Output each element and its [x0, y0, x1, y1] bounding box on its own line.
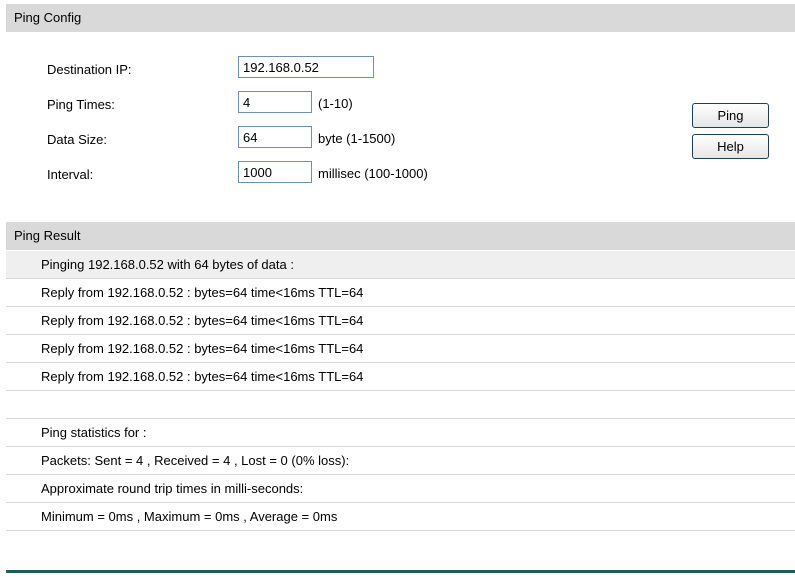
result-row: Reply from 192.168.0.52 : bytes=64 time<… — [6, 307, 795, 335]
interval-input[interactable] — [238, 161, 312, 183]
result-row — [6, 391, 795, 419]
ping-times-hint: (1-10) — [318, 96, 353, 111]
result-row: Minimum = 0ms , Maximum = 0ms , Average … — [6, 503, 795, 531]
help-button[interactable]: Help — [692, 134, 769, 159]
ping-config-header: Ping Config — [6, 4, 795, 32]
interval-label: Interval: — [47, 167, 94, 182]
result-row: Ping statistics for : — [6, 419, 795, 447]
result-row: Approximate round trip times in milli-se… — [6, 475, 795, 503]
ping-result-table: Pinging 192.168.0.52 with 64 bytes of da… — [6, 251, 795, 531]
interval-hint: millisec (100-1000) — [318, 166, 428, 181]
destination-ip-input[interactable] — [238, 56, 374, 78]
destination-ip-label: Destination IP: — [47, 62, 132, 77]
data-size-input[interactable] — [238, 126, 312, 148]
ping-times-input[interactable] — [238, 91, 312, 113]
result-row: Reply from 192.168.0.52 : bytes=64 time<… — [6, 363, 795, 391]
data-size-label: Data Size: — [47, 132, 107, 147]
result-row: Pinging 192.168.0.52 with 64 bytes of da… — [6, 251, 795, 279]
result-row: Reply from 192.168.0.52 : bytes=64 time<… — [6, 279, 795, 307]
ping-result-header: Ping Result — [6, 222, 795, 250]
ping-times-label: Ping Times: — [47, 97, 115, 112]
ping-button[interactable]: Ping — [692, 103, 769, 128]
result-row: Reply from 192.168.0.52 : bytes=64 time<… — [6, 335, 795, 363]
data-size-hint: byte (1-1500) — [318, 131, 396, 146]
footer-divider — [6, 570, 795, 573]
result-row: Packets: Sent = 4 , Received = 4 , Lost … — [6, 447, 795, 475]
